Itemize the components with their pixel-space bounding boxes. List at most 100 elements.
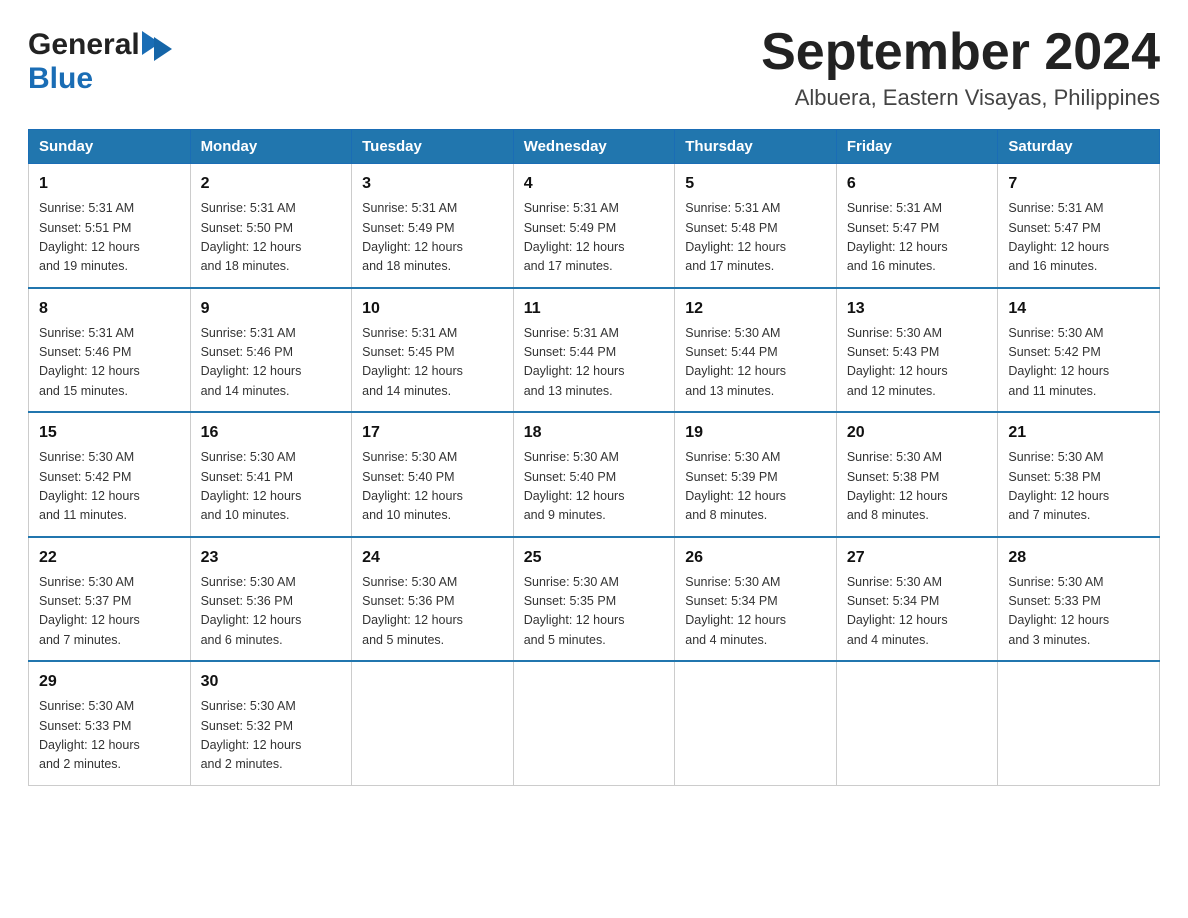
calendar-cell: 22 Sunrise: 5:30 AMSunset: 5:37 PMDayligh… — [29, 537, 191, 662]
calendar-cell: 3 Sunrise: 5:31 AMSunset: 5:49 PMDaylight… — [352, 164, 514, 288]
calendar-week-row: 29 Sunrise: 5:30 AMSunset: 5:33 PMDayligh… — [29, 661, 1160, 785]
day-info: Sunrise: 5:31 AMSunset: 5:49 PMDaylight:… — [362, 199, 503, 277]
day-number: 5 — [685, 172, 826, 196]
calendar-cell: 24 Sunrise: 5:30 AMSunset: 5:36 PMDayligh… — [352, 537, 514, 662]
weekday-header-monday: Monday — [190, 130, 352, 164]
day-number: 1 — [39, 172, 180, 196]
day-number: 27 — [847, 546, 988, 570]
day-number: 28 — [1008, 546, 1149, 570]
day-number: 10 — [362, 297, 503, 321]
day-number: 13 — [847, 297, 988, 321]
weekday-header-thursday: Thursday — [675, 130, 837, 164]
calendar-title: September 2024 — [761, 24, 1160, 81]
calendar-cell — [836, 661, 998, 785]
day-info: Sunrise: 5:30 AMSunset: 5:39 PMDaylight:… — [685, 448, 826, 526]
logo: General Blue — [28, 28, 172, 96]
day-number: 19 — [685, 421, 826, 445]
day-number: 29 — [39, 670, 180, 694]
weekday-header-tuesday: Tuesday — [352, 130, 514, 164]
day-info: Sunrise: 5:31 AMSunset: 5:46 PMDaylight:… — [39, 324, 180, 402]
day-number: 26 — [685, 546, 826, 570]
day-info: Sunrise: 5:30 AMSunset: 5:33 PMDaylight:… — [39, 697, 180, 775]
calendar-subtitle: Albuera, Eastern Visayas, Philippines — [761, 85, 1160, 111]
calendar-cell: 16Sunrise: 5:30 AMSunset: 5:41 PMDayligh… — [190, 412, 352, 537]
day-number: 7 — [1008, 172, 1149, 196]
day-number: 11 — [524, 297, 665, 321]
day-info: Sunrise: 5:31 AMSunset: 5:47 PMDaylight:… — [847, 199, 988, 277]
calendar-cell: 23 Sunrise: 5:30 AMSunset: 5:36 PMDayligh… — [190, 537, 352, 662]
calendar-week-row: 22 Sunrise: 5:30 AMSunset: 5:37 PMDayligh… — [29, 537, 1160, 662]
day-info: Sunrise: 5:30 AMSunset: 5:34 PMDaylight:… — [847, 573, 988, 651]
weekday-header-wednesday: Wednesday — [513, 130, 675, 164]
day-number: 6 — [847, 172, 988, 196]
weekday-header-row: SundayMondayTuesdayWednesdayThursdayFrid… — [29, 130, 1160, 164]
calendar-week-row: 8 Sunrise: 5:31 AMSunset: 5:46 PMDaylight… — [29, 288, 1160, 413]
logo-triangle2-icon — [154, 37, 172, 61]
calendar-week-row: 1Sunrise: 5:31 AMSunset: 5:51 PMDaylight… — [29, 164, 1160, 288]
day-number: 18 — [524, 421, 665, 445]
day-number: 4 — [524, 172, 665, 196]
day-info: Sunrise: 5:30 AMSunset: 5:40 PMDaylight:… — [524, 448, 665, 526]
day-number: 20 — [847, 421, 988, 445]
calendar-cell: 13Sunrise: 5:30 AMSunset: 5:43 PMDayligh… — [836, 288, 998, 413]
day-info: Sunrise: 5:30 AMSunset: 5:38 PMDaylight:… — [1008, 448, 1149, 526]
calendar-cell: 4 Sunrise: 5:31 AMSunset: 5:49 PMDaylight… — [513, 164, 675, 288]
calendar-week-row: 15Sunrise: 5:30 AMSunset: 5:42 PMDayligh… — [29, 412, 1160, 537]
day-number: 14 — [1008, 297, 1149, 321]
calendar-cell: 2 Sunrise: 5:31 AMSunset: 5:50 PMDaylight… — [190, 164, 352, 288]
day-info: Sunrise: 5:30 AMSunset: 5:35 PMDaylight:… — [524, 573, 665, 651]
day-number: 12 — [685, 297, 826, 321]
day-info: Sunrise: 5:30 AMSunset: 5:36 PMDaylight:… — [362, 573, 503, 651]
day-number: 8 — [39, 297, 180, 321]
calendar-cell: 18 Sunrise: 5:30 AMSunset: 5:40 PMDayligh… — [513, 412, 675, 537]
calendar-cell: 21 Sunrise: 5:30 AMSunset: 5:38 PMDayligh… — [998, 412, 1160, 537]
calendar-cell: 14 Sunrise: 5:30 AMSunset: 5:42 PMDayligh… — [998, 288, 1160, 413]
day-number: 24 — [362, 546, 503, 570]
day-info: Sunrise: 5:30 AMSunset: 5:41 PMDaylight:… — [201, 448, 342, 526]
calendar-cell — [998, 661, 1160, 785]
day-info: Sunrise: 5:30 AMSunset: 5:42 PMDaylight:… — [39, 448, 180, 526]
day-info: Sunrise: 5:30 AMSunset: 5:36 PMDaylight:… — [201, 573, 342, 651]
calendar-cell: 5 Sunrise: 5:31 AMSunset: 5:48 PMDaylight… — [675, 164, 837, 288]
calendar-cell: 25Sunrise: 5:30 AMSunset: 5:35 PMDayligh… — [513, 537, 675, 662]
calendar-cell: 17 Sunrise: 5:30 AMSunset: 5:40 PMDayligh… — [352, 412, 514, 537]
title-block: September 2024 Albuera, Eastern Visayas,… — [761, 24, 1160, 111]
calendar-cell: 30Sunrise: 5:30 AMSunset: 5:32 PMDayligh… — [190, 661, 352, 785]
day-info: Sunrise: 5:30 AMSunset: 5:34 PMDaylight:… — [685, 573, 826, 651]
calendar-cell: 1Sunrise: 5:31 AMSunset: 5:51 PMDaylight… — [29, 164, 191, 288]
calendar-cell: 9 Sunrise: 5:31 AMSunset: 5:46 PMDaylight… — [190, 288, 352, 413]
calendar-cell: 15Sunrise: 5:30 AMSunset: 5:42 PMDayligh… — [29, 412, 191, 537]
day-info: Sunrise: 5:30 AMSunset: 5:37 PMDaylight:… — [39, 573, 180, 651]
day-info: Sunrise: 5:30 AMSunset: 5:33 PMDaylight:… — [1008, 573, 1149, 651]
calendar-cell: 12 Sunrise: 5:30 AMSunset: 5:44 PMDayligh… — [675, 288, 837, 413]
day-info: Sunrise: 5:31 AMSunset: 5:50 PMDaylight:… — [201, 199, 342, 277]
calendar-cell: 19 Sunrise: 5:30 AMSunset: 5:39 PMDayligh… — [675, 412, 837, 537]
day-info: Sunrise: 5:30 AMSunset: 5:40 PMDaylight:… — [362, 448, 503, 526]
day-number: 3 — [362, 172, 503, 196]
weekday-header-saturday: Saturday — [998, 130, 1160, 164]
day-number: 22 — [39, 546, 180, 570]
day-info: Sunrise: 5:31 AMSunset: 5:48 PMDaylight:… — [685, 199, 826, 277]
calendar-cell: 27 Sunrise: 5:30 AMSunset: 5:34 PMDayligh… — [836, 537, 998, 662]
day-number: 2 — [201, 172, 342, 196]
day-info: Sunrise: 5:30 AMSunset: 5:32 PMDaylight:… — [201, 697, 342, 775]
day-info: Sunrise: 5:31 AMSunset: 5:49 PMDaylight:… — [524, 199, 665, 277]
day-number: 9 — [201, 297, 342, 321]
weekday-header-sunday: Sunday — [29, 130, 191, 164]
calendar-cell — [352, 661, 514, 785]
calendar-cell: 28 Sunrise: 5:30 AMSunset: 5:33 PMDayligh… — [998, 537, 1160, 662]
calendar-cell: 11 Sunrise: 5:31 AMSunset: 5:44 PMDayligh… — [513, 288, 675, 413]
day-info: Sunrise: 5:31 AMSunset: 5:45 PMDaylight:… — [362, 324, 503, 402]
calendar-cell — [675, 661, 837, 785]
day-info: Sunrise: 5:31 AMSunset: 5:46 PMDaylight:… — [201, 324, 342, 402]
day-number: 21 — [1008, 421, 1149, 445]
day-info: Sunrise: 5:30 AMSunset: 5:42 PMDaylight:… — [1008, 324, 1149, 402]
logo-blue-text: Blue — [28, 62, 93, 95]
day-number: 23 — [201, 546, 342, 570]
calendar-cell: 20 Sunrise: 5:30 AMSunset: 5:38 PMDayligh… — [836, 412, 998, 537]
day-info: Sunrise: 5:31 AMSunset: 5:47 PMDaylight:… — [1008, 199, 1149, 277]
day-info: Sunrise: 5:30 AMSunset: 5:44 PMDaylight:… — [685, 324, 826, 402]
day-info: Sunrise: 5:30 AMSunset: 5:38 PMDaylight:… — [847, 448, 988, 526]
day-number: 17 — [362, 421, 503, 445]
day-info: Sunrise: 5:31 AMSunset: 5:44 PMDaylight:… — [524, 324, 665, 402]
